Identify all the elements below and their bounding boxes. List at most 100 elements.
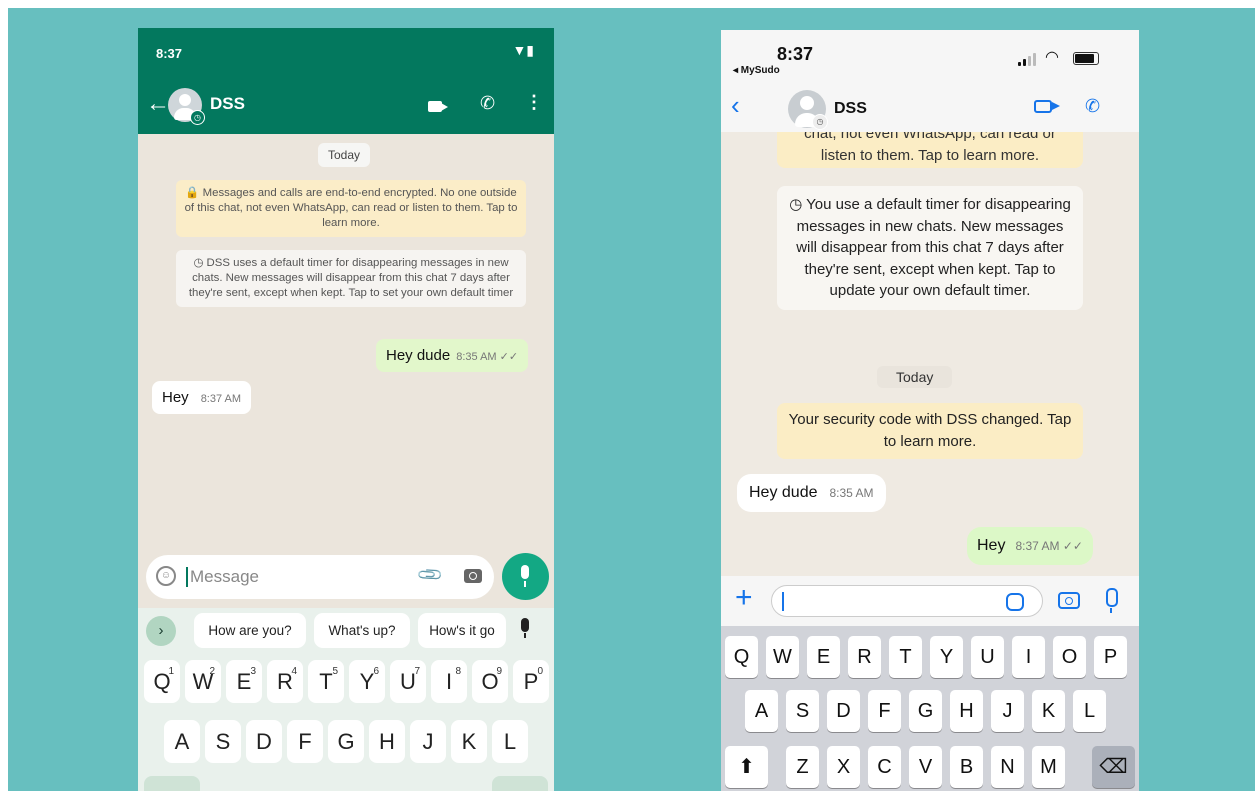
key-f[interactable]: F	[868, 690, 901, 732]
key-z[interactable]: Z	[786, 746, 819, 788]
key-i[interactable]: I8	[431, 660, 467, 703]
android-keyboard: › How are you? What's up? How's it go Q1…	[138, 608, 554, 791]
key-v[interactable]: V	[909, 746, 942, 788]
shift-key[interactable]	[144, 776, 200, 791]
key-w[interactable]: W2	[185, 660, 221, 703]
key-g[interactable]: G	[328, 720, 364, 763]
key-e[interactable]: E3	[226, 660, 262, 703]
message-text: Hey dude	[386, 347, 451, 364]
more-vert-icon[interactable]: ⋮	[525, 92, 543, 113]
key-k[interactable]: K	[451, 720, 487, 763]
ios-nav-bar: ‹ ◷ DSS ✆	[721, 82, 1139, 132]
mic-icon[interactable]	[1106, 588, 1118, 613]
shift-key[interactable]: ⬆	[725, 746, 768, 788]
backspace-key[interactable]: ⌫	[1092, 746, 1135, 788]
message-input-bar[interactable]: ☺ Message 📎	[146, 555, 494, 599]
key-s[interactable]: S	[786, 690, 819, 732]
plus-icon[interactable]: +	[735, 583, 753, 613]
video-call-icon[interactable]	[428, 101, 448, 112]
key-d[interactable]: D	[246, 720, 282, 763]
key-r[interactable]: R4	[267, 660, 303, 703]
avatar[interactable]: ◷	[788, 90, 828, 130]
message-input[interactable]: Message	[190, 567, 259, 587]
key-d[interactable]: D	[827, 690, 860, 732]
camera-icon[interactable]	[464, 569, 482, 583]
key-t[interactable]: T5	[308, 660, 344, 703]
avatar[interactable]: ◷	[168, 88, 205, 125]
key-t[interactable]: T	[889, 636, 922, 678]
phone-icon[interactable]: ✆	[1085, 96, 1100, 117]
timer-icon: ◷	[190, 110, 205, 125]
incoming-message[interactable]: Hey dude 8:35 AM	[737, 474, 886, 512]
backspace-key[interactable]	[492, 776, 548, 791]
key-o[interactable]: O	[1053, 636, 1086, 678]
phone-icon[interactable]: ✆	[480, 93, 495, 114]
camera-icon[interactable]	[1058, 592, 1080, 609]
disappearing-timer-notice[interactable]: ◷ DSS uses a default timer for disappear…	[176, 250, 526, 307]
chevron-left-icon[interactable]: ‹	[731, 90, 740, 121]
key-p[interactable]: P0	[513, 660, 549, 703]
key-h[interactable]: H	[950, 690, 983, 732]
key-q[interactable]: Q	[725, 636, 758, 678]
back-to-app-link[interactable]: ◂ MySudo	[733, 65, 780, 76]
key-l[interactable]: L	[492, 720, 528, 763]
key-l[interactable]: L	[1073, 690, 1106, 732]
encryption-notice[interactable]: 🔒 Messages and calls are end-to-end encr…	[176, 180, 526, 237]
contact-name[interactable]: DSS	[834, 100, 867, 118]
sticker-icon[interactable]	[1006, 593, 1024, 611]
video-call-icon[interactable]	[1034, 100, 1060, 113]
ios-keyboard: Q W E R T Y U I O P A S D F G H J K L ⬆ …	[721, 626, 1139, 791]
key-s[interactable]: S	[205, 720, 241, 763]
wifi-battery-icon: ▼▮	[512, 42, 534, 58]
key-p[interactable]: P	[1094, 636, 1127, 678]
contact-name[interactable]: DSS	[210, 94, 245, 114]
message-input[interactable]	[771, 585, 1043, 617]
key-j[interactable]: J	[410, 720, 446, 763]
suggestion-2[interactable]: What's up?	[314, 613, 410, 648]
key-a[interactable]: A	[164, 720, 200, 763]
suggestion-1[interactable]: How are you?	[194, 613, 306, 648]
incoming-message[interactable]: Hey 8:37 AM	[152, 381, 252, 414]
key-j[interactable]: J	[991, 690, 1024, 732]
security-code-notice[interactable]: Your security code with DSS changed. Tap…	[777, 403, 1083, 459]
voice-input-icon[interactable]	[521, 618, 529, 638]
wifi-icon: ◠	[1045, 49, 1059, 66]
key-f[interactable]: F	[287, 720, 323, 763]
key-n[interactable]: N	[991, 746, 1024, 788]
key-h[interactable]: H	[369, 720, 405, 763]
emoji-icon[interactable]: ☺	[156, 566, 176, 586]
key-e[interactable]: E	[807, 636, 840, 678]
backspace-icon: ⌫	[1099, 756, 1128, 778]
key-k[interactable]: K	[1032, 690, 1065, 732]
message-text: Hey dude	[749, 484, 818, 501]
key-y[interactable]: Y6	[349, 660, 385, 703]
key-u[interactable]: U	[971, 636, 1004, 678]
message-text: Hey	[977, 537, 1006, 554]
mic-button[interactable]	[502, 553, 549, 600]
key-m[interactable]: M	[1032, 746, 1065, 788]
key-c[interactable]: C	[868, 746, 901, 788]
key-r[interactable]: R	[848, 636, 881, 678]
key-y[interactable]: Y	[930, 636, 963, 678]
message-time: 8:35 AM	[829, 486, 874, 500]
key-x[interactable]: X	[827, 746, 860, 788]
text-caret	[782, 592, 784, 611]
key-i[interactable]: I	[1012, 636, 1045, 678]
message-time: 8:37 AM ✓✓	[1015, 539, 1083, 553]
suggestion-3[interactable]: How's it go	[418, 613, 506, 648]
status-time: 8:37	[156, 46, 183, 61]
disappearing-timer-notice[interactable]: ◷ You use a default timer for disappeari…	[777, 186, 1083, 310]
outgoing-message[interactable]: Hey dude 8:35 AM ✓✓	[376, 339, 529, 372]
key-g[interactable]: G	[909, 690, 942, 732]
key-a[interactable]: A	[745, 690, 778, 732]
key-o[interactable]: O9	[472, 660, 508, 703]
key-w[interactable]: W	[766, 636, 799, 678]
outgoing-message[interactable]: Hey 8:37 AM ✓✓	[967, 527, 1093, 565]
key-b[interactable]: B	[950, 746, 983, 788]
chevron-right-icon[interactable]: ›	[146, 616, 176, 646]
key-q[interactable]: Q1	[144, 660, 180, 703]
paperclip-icon[interactable]: 📎	[416, 560, 445, 589]
mic-icon	[521, 565, 529, 579]
arrow-left-icon[interactable]: ←	[146, 92, 170, 116]
key-u[interactable]: U7	[390, 660, 426, 703]
